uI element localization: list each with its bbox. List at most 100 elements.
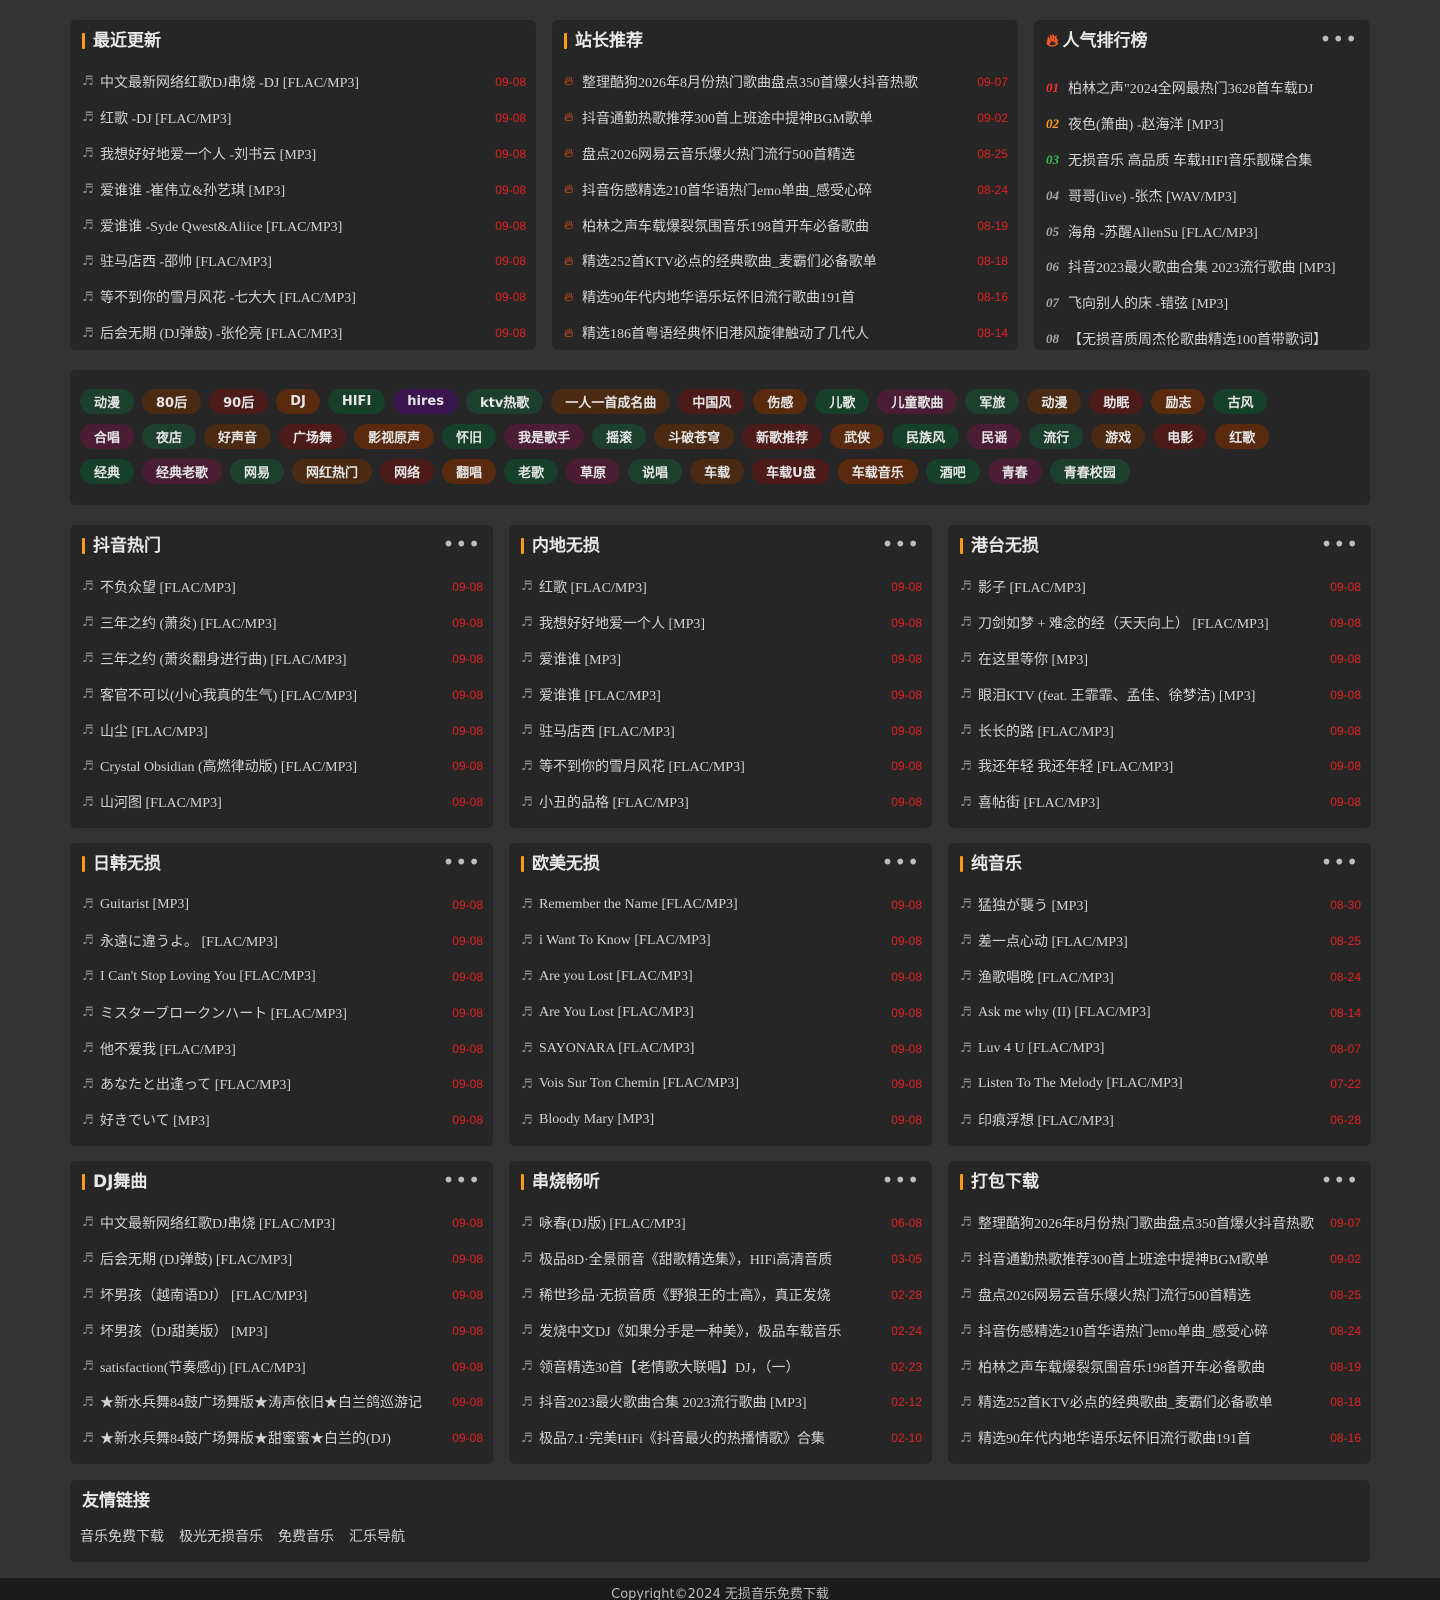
tag-chip[interactable]: 说唱 (628, 459, 683, 484)
tag-chip[interactable]: ktv热歌 (465, 389, 544, 414)
tag-chip[interactable]: 翻唱 (442, 459, 497, 484)
tag-chip[interactable]: 青春校园 (1049, 459, 1130, 484)
list-item[interactable]: ♬ Crystal Obsidian (高燃律动版) [FLAC/MP3] 09-0… (82, 748, 483, 784)
more-dots-icon[interactable]: ••• (443, 1170, 481, 1190)
list-item[interactable]: 🔥︎ 精选186首粤语经典怀旧港风旋律触动了几代人 08-14 (564, 315, 1008, 351)
ranking-item[interactable]: 06 抖音2023最火歌曲合集 2023流行歌曲 [MP3] (1046, 249, 1360, 285)
more-dots-icon[interactable]: ••• (882, 852, 920, 872)
list-item[interactable]: ♬ satisfaction(节奏感dj) [FLAC/MP3] 09-08 (82, 1349, 483, 1385)
ranking-item[interactable]: 04 哥哥(live) -张杰 [WAV/MP3] (1046, 178, 1360, 214)
list-item[interactable]: ♬ 猛独が襲う [MP3] 08-30 (960, 887, 1361, 923)
list-item[interactable]: ♬ 爱谁谁 [MP3] 09-08 (521, 641, 922, 677)
list-item[interactable]: ♬ 后会无期 (DJ弹鼓) [FLAC/MP3] 09-08 (82, 1241, 483, 1277)
tag-chip[interactable]: 夜店 (142, 424, 197, 449)
list-item[interactable]: ♬ 好きでいて [MP3] 09-08 (82, 1102, 483, 1138)
list-item[interactable]: ♬ Remember the Name [FLAC/MP3] 09-08 (521, 887, 922, 923)
list-item[interactable]: ♬ Ask me why (II) [FLAC/MP3] 08-14 (960, 995, 1361, 1031)
more-dots-icon[interactable]: ••• (443, 852, 481, 872)
list-item[interactable]: ♬ 我还年轻 我还年轻 [FLAC/MP3] 09-08 (960, 748, 1361, 784)
list-item[interactable]: ♬ 长长的路 [FLAC/MP3] 09-08 (960, 713, 1361, 749)
list-item[interactable]: ♬ 印痕浮想 [FLAC/MP3] 06-28 (960, 1102, 1361, 1138)
ranking-item[interactable]: 03 无损音乐 高品质 车载HIFI音乐靓碟合集 (1046, 142, 1360, 178)
more-dots-icon[interactable]: ••• (882, 534, 920, 554)
list-item[interactable]: ♬ 抖音通勤热歌推荐300首上班途中提神BGM歌单 09-02 (960, 1241, 1361, 1277)
tag-chip[interactable]: 红歌 (1215, 424, 1270, 449)
tag-chip[interactable]: 儿歌 (815, 389, 870, 414)
tag-chip[interactable]: DJ (276, 389, 320, 414)
list-item[interactable]: ♬ 极品7.1·完美HiFi《抖音最火的热播情歌》合集 02-10 (521, 1420, 922, 1456)
tag-chip[interactable]: 合唱 (80, 424, 135, 449)
list-item[interactable]: ♬ 精选252首KTV必点的经典歌曲_麦霸们必备歌单 08-18 (960, 1384, 1361, 1420)
list-item[interactable]: ♬ 驻马店西 -邵帅 [FLAC/MP3] 09-08 (82, 243, 526, 279)
ranking-item[interactable]: 08 【无损音质周杰伦歌曲精选100首带歌词】 (1046, 321, 1360, 357)
list-item[interactable]: ♬ 咏春(DJ版) [FLAC/MP3] 06-08 (521, 1205, 922, 1241)
tag-chip[interactable]: 草原 (566, 459, 621, 484)
list-item[interactable]: ♬ 刀剑如梦 + 难念的经（天天向上） [FLAC/MP3] 09-08 (960, 605, 1361, 641)
ranking-item[interactable]: 01 柏林之声"2024全网最热门3628首车载DJ (1046, 70, 1360, 106)
ranking-item[interactable]: 02 夜色(箫曲) -赵海洋 [MP3] (1046, 106, 1360, 142)
tag-chip[interactable]: 武侠 (830, 424, 885, 449)
tag-chip[interactable]: HIFI (327, 389, 386, 414)
list-item[interactable]: ♬ Vois Sur Ton Chemin [FLAC/MP3] 09-08 (521, 1066, 922, 1102)
list-item[interactable]: ♬ 他不爱我 [FLAC/MP3] 09-08 (82, 1031, 483, 1067)
list-item[interactable]: 🔥︎ 整理酷狗2026年8月份热门歌曲盘点350首爆火抖音热歌 09-07 (564, 64, 1008, 100)
tag-chip[interactable]: 新歌推荐 (742, 424, 823, 449)
tag-chip[interactable]: 经典老歌 (142, 459, 223, 484)
list-item[interactable]: ♬ Guitarist [MP3] 09-08 (82, 887, 483, 923)
tag-chip[interactable]: 车载U盘 (752, 459, 830, 484)
tag-chip[interactable]: 摇滚 (592, 424, 647, 449)
list-item[interactable]: ♬ 驻马店西 [FLAC/MP3] 09-08 (521, 713, 922, 749)
more-dots-icon[interactable]: ••• (1320, 29, 1358, 49)
tag-chip[interactable]: 斗破苍穹 (654, 424, 735, 449)
tag-chip[interactable]: 老歌 (504, 459, 559, 484)
list-item[interactable]: ♬ 等不到你的雪月风花 [FLAC/MP3] 09-08 (521, 748, 922, 784)
tag-chip[interactable]: hires (393, 389, 458, 414)
list-item[interactable]: ♬ あなたと出逢って [FLAC/MP3] 09-08 (82, 1066, 483, 1102)
tag-chip[interactable]: 民谣 (967, 424, 1022, 449)
friend-link[interactable]: 极光无损音乐 (179, 1526, 263, 1546)
tag-chip[interactable]: 怀旧 (442, 424, 497, 449)
tag-chip[interactable]: 网红热门 (292, 459, 373, 484)
list-item[interactable]: ♬ 发烧中文DJ《如果分手是一种美》，极品车载音乐 02-24 (521, 1313, 922, 1349)
list-item[interactable]: ♬ ミスターブロークンハート [FLAC/MP3] 09-08 (82, 995, 483, 1031)
tag-chip[interactable]: 励志 (1151, 389, 1206, 414)
more-dots-icon[interactable]: ••• (443, 534, 481, 554)
tag-chip[interactable]: 90后 (209, 389, 269, 414)
list-item[interactable]: ♬ Bloody Mary [MP3] 09-08 (521, 1102, 922, 1138)
list-item[interactable]: ♬ 我想好好地爱一个人 [MP3] 09-08 (521, 605, 922, 641)
list-item[interactable]: ♬ 永遠に違うよ。 [FLAC/MP3] 09-08 (82, 923, 483, 959)
list-item[interactable]: ♬ 影子 [FLAC/MP3] 09-08 (960, 569, 1361, 605)
list-item[interactable]: ♬ 小丑的品格 [FLAC/MP3] 09-08 (521, 784, 922, 820)
list-item[interactable]: ♬ 不负众望 [FLAC/MP3] 09-08 (82, 569, 483, 605)
friend-link[interactable]: 汇乐导航 (349, 1526, 405, 1546)
list-item[interactable]: ♬ 三年之约 (萧炎翻身进行曲) [FLAC/MP3] 09-08 (82, 641, 483, 677)
tag-chip[interactable]: 我是歌手 (504, 424, 585, 449)
tag-chip[interactable]: 游戏 (1091, 424, 1146, 449)
list-item[interactable]: ♬ ★新水兵舞84鼓广场舞版★甜蜜蜜★白兰的(DJ) 09-08 (82, 1420, 483, 1456)
tag-chip[interactable]: 影视原声 (354, 424, 435, 449)
list-item[interactable]: ♬ 领音精选30首【老情歌大联唱】DJ，（一） 02-23 (521, 1349, 922, 1385)
list-item[interactable]: ♬ 极品8D·全景丽音《甜歌精选集》，HIFi高清音质 03-05 (521, 1241, 922, 1277)
tag-chip[interactable]: 中国风 (678, 389, 746, 414)
list-item[interactable]: ♬ 抖音2023最火歌曲合集 2023流行歌曲 [MP3] 02-12 (521, 1384, 922, 1420)
list-item[interactable]: ♬ 喜帖街 [FLAC/MP3] 09-08 (960, 784, 1361, 820)
list-item[interactable]: ♬ 三年之约 (萧炎) [FLAC/MP3] 09-08 (82, 605, 483, 641)
tag-chip[interactable]: 军旅 (965, 389, 1020, 414)
tag-chip[interactable]: 80后 (142, 389, 202, 414)
list-item[interactable]: ♬ 坏男孩（越南语DJ） [FLAC/MP3] 09-08 (82, 1277, 483, 1313)
list-item[interactable]: ♬ 等不到你的雪月风花 -七大大 [FLAC/MP3] 09-08 (82, 279, 526, 315)
tag-chip[interactable]: 流行 (1029, 424, 1084, 449)
tag-chip[interactable]: 网易 (230, 459, 285, 484)
more-dots-icon[interactable]: ••• (1321, 852, 1359, 872)
tag-chip[interactable]: 古风 (1213, 389, 1268, 414)
list-item[interactable]: ♬ 中文最新网络红歌DJ串烧 [FLAC/MP3] 09-08 (82, 1205, 483, 1241)
list-item[interactable]: ♬ 客官不可以(小心我真的生气) [FLAC/MP3] 09-08 (82, 677, 483, 713)
list-item[interactable]: ♬ 渔歌唱晚 [FLAC/MP3] 08-24 (960, 959, 1361, 995)
list-item[interactable]: ♬ 精选90年代内地华语乐坛怀旧流行歌曲191首 08-16 (960, 1420, 1361, 1456)
tag-chip[interactable]: 车载音乐 (837, 459, 918, 484)
list-item[interactable]: ♬ Luv 4 U [FLAC/MP3] 08-07 (960, 1031, 1361, 1067)
list-item[interactable]: ♬ I Can't Stop Loving You [FLAC/MP3] 09-08 (82, 959, 483, 995)
list-item[interactable]: ♬ Listen To The Melody [FLAC/MP3] 07-22 (960, 1066, 1361, 1102)
list-item[interactable]: ♬ 山尘 [FLAC/MP3] 09-08 (82, 713, 483, 749)
more-dots-icon[interactable]: ••• (1321, 1170, 1359, 1190)
